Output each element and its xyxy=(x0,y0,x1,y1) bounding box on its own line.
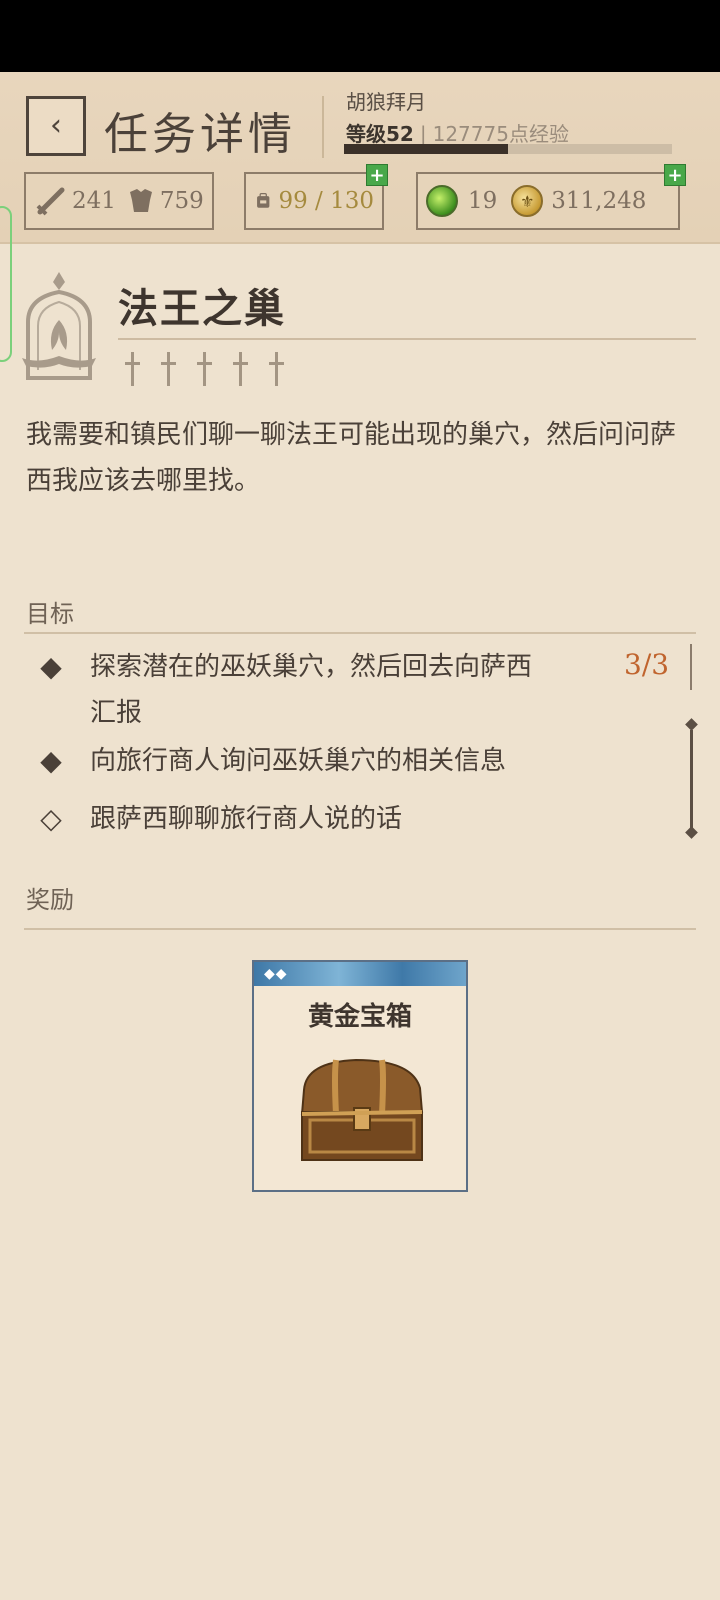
armor-icon xyxy=(129,189,152,212)
difficulty-daggers xyxy=(124,352,284,386)
quest-title-divider xyxy=(118,338,696,340)
objective-text: 跟萨西聊聊旅行商人说的话 xyxy=(90,804,403,834)
defense-value: 759 xyxy=(159,188,204,214)
player-name: 胡狼拜月 xyxy=(346,90,426,114)
dagger-icon xyxy=(160,352,176,386)
rewards-divider xyxy=(24,928,696,930)
objective-text: 探索潜在的巫妖巢穴，然后回去向萨西汇报 xyxy=(90,652,533,728)
chevron-left-icon: ‹ xyxy=(50,108,62,143)
dagger-icon xyxy=(232,352,248,386)
combat-stats[interactable]: 241 759 xyxy=(24,172,214,230)
gold-value: 311,248 xyxy=(551,188,647,214)
objective-item: ◇ 跟萨西聊聊旅行商人说的话 xyxy=(36,796,656,842)
objective-pending-icon: ◇ xyxy=(40,802,62,835)
backpack-icon xyxy=(257,193,270,208)
dagger-icon xyxy=(268,352,284,386)
objective-item: ◆ 向旅行商人询问巫妖巢穴的相关信息 xyxy=(36,738,656,784)
scroll-track xyxy=(690,644,692,690)
dagger-icon xyxy=(196,352,212,386)
objective-count: 3/3 xyxy=(624,648,670,681)
attack-value: 241 xyxy=(72,188,116,214)
reward-name: 黄金宝箱 xyxy=(307,1002,412,1032)
rewards-label: 奖励 xyxy=(26,886,74,914)
gem-icon xyxy=(426,185,458,217)
header: ‹ 任务详情 胡狼拜月 等级52 | 127775点经验 241 759 99 / … xyxy=(0,72,720,244)
capacity-stat[interactable]: 99 / 130 xyxy=(244,172,384,230)
exp-progress-fill xyxy=(344,144,508,154)
capacity-plus-button[interactable]: + xyxy=(366,164,388,186)
quest-title: 法王之巢 xyxy=(118,286,286,332)
level-row: 等级52 | 127775点经验 xyxy=(346,118,569,147)
scroll-down-tip xyxy=(685,826,698,839)
objective-item: ◆ 探索潜在的巫妖巢穴，然后回去向萨西汇报 xyxy=(36,644,556,736)
objectives-label: 目标 xyxy=(26,600,74,628)
objectives-scrollbar[interactable] xyxy=(685,718,698,840)
objective-done-icon: ◆ xyxy=(40,744,62,777)
header-divider xyxy=(322,96,324,158)
dagger-icon xyxy=(124,352,140,386)
reward-card[interactable]: ◆◆ 黄金宝箱 xyxy=(252,960,468,1192)
gold-coin-icon: ⚜ xyxy=(511,185,544,217)
level-separator: | xyxy=(419,122,427,146)
status-bar xyxy=(0,0,720,72)
scroll-bar xyxy=(690,730,693,830)
reward-rarity: ◆◆ xyxy=(254,962,466,986)
gem-value: 19 xyxy=(468,188,498,214)
objective-text: 向旅行商人询问巫妖巢穴的相关信息 xyxy=(90,746,507,776)
exp-label: 127775点经验 xyxy=(432,122,569,146)
capacity-value: 99 / 130 xyxy=(278,188,374,214)
side-tab-handle[interactable] xyxy=(0,206,12,362)
treasure-chest-icon xyxy=(300,1058,424,1161)
currency-plus-button[interactable]: + xyxy=(664,164,686,186)
objective-done-icon: ◆ xyxy=(40,650,62,683)
back-button[interactable]: ‹ xyxy=(26,96,86,156)
exp-progress-bar xyxy=(344,144,672,154)
page-title: 任务详情 xyxy=(104,109,296,160)
quest-emblem-icon xyxy=(22,272,96,380)
objectives-divider xyxy=(24,632,696,634)
scroll-up-tip xyxy=(685,718,698,731)
sword-icon xyxy=(36,187,65,216)
quest-description: 我需要和镇民们聊一聊法王可能出现的巢穴，然后问问萨西我应该去哪里找。 xyxy=(26,420,677,496)
level-label: 等级52 xyxy=(346,122,414,146)
currency-stats[interactable]: 19 ⚜ 311,248 xyxy=(416,172,680,230)
